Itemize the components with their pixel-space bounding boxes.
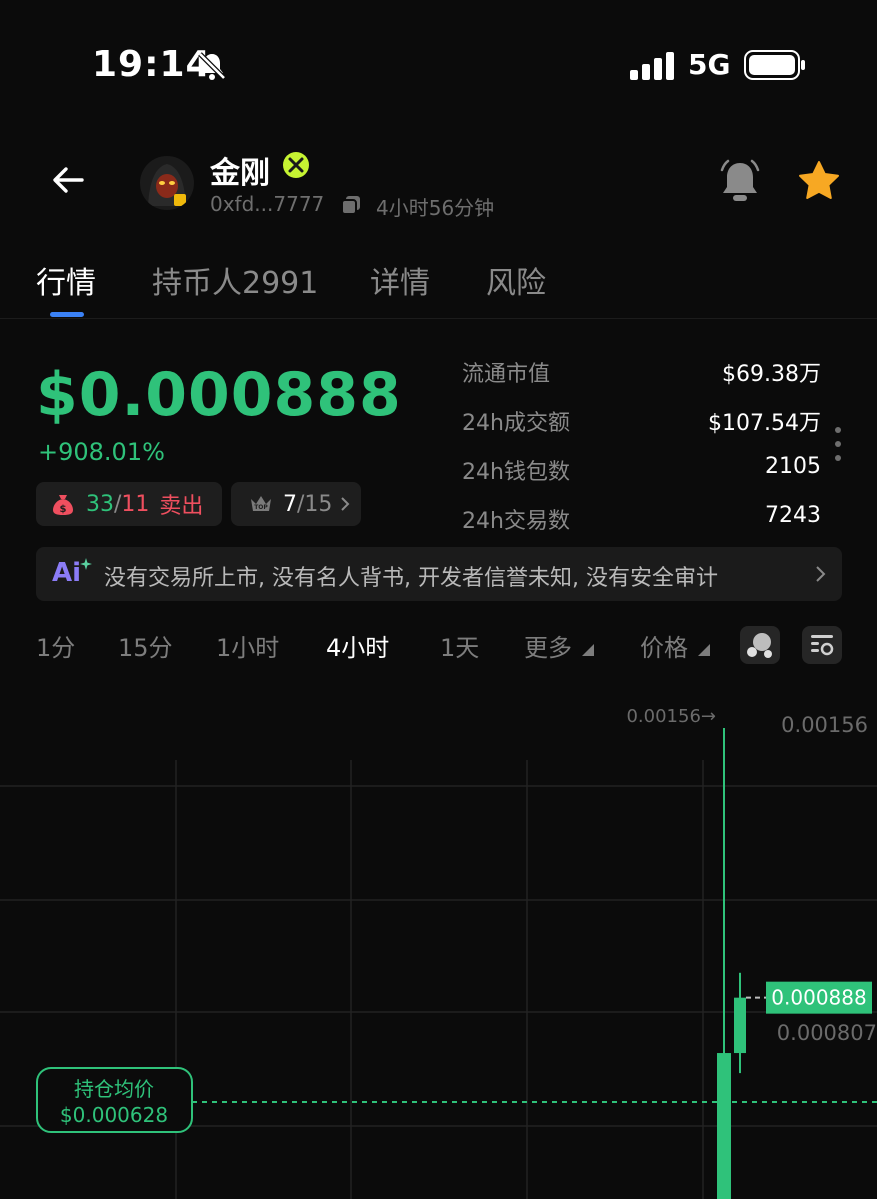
tab-holders[interactable]: 持币人2991 [152, 258, 318, 302]
indicator-icon [747, 633, 772, 658]
dropdown-triangle-icon [582, 644, 594, 656]
money-bag-icon: $ [53, 495, 73, 515]
stat-value-market-cap: $69.38万 [722, 362, 821, 387]
tab-details[interactable]: 详情 [370, 258, 430, 302]
tab-risk[interactable]: 风险 [486, 258, 546, 302]
top-crown-icon: TOP [251, 496, 271, 511]
timeframe-4h[interactable]: 4小时 [326, 628, 389, 663]
svg-text:$: $ [60, 504, 67, 515]
current-price: $0.000888 [36, 360, 402, 430]
timeframe-1h[interactable]: 1小时 [216, 628, 279, 663]
timeframe-1m[interactable]: 1分 [36, 628, 75, 663]
active-tab-indicator [50, 312, 84, 317]
stat-label-wallets: 24h钱包数 [462, 460, 570, 485]
chevron-right-icon [341, 497, 350, 511]
ai-risk-text: 没有交易所上市, 没有名人背书, 开发者信誉未知, 没有安全审计 [104, 566, 718, 591]
high-price-marker: 0.00156→ [626, 706, 716, 727]
avg-cost-value: $0.000628 [60, 1103, 168, 1127]
timeframe-15m[interactable]: 15分 [118, 628, 173, 663]
network-type: 5G [688, 48, 731, 81]
top-holders-total: 15 [304, 491, 333, 517]
stat-value-trades: 7243 [765, 503, 821, 528]
price-type-select[interactable]: 价格 [640, 628, 688, 663]
stat-label-market-cap: 流通市值 [462, 362, 551, 387]
tab-market[interactable]: 行情 [36, 258, 96, 302]
status-time: 19:14 [92, 44, 212, 85]
buy-sell-separator: / [114, 491, 122, 517]
top-holders-pill[interactable]: TOP 7 / 15 [231, 482, 361, 526]
dropdown-triangle-icon [698, 644, 710, 656]
favorite-star-icon[interactable] [796, 158, 842, 204]
back-arrow-icon[interactable] [48, 160, 88, 200]
token-age: 4小时56分钟 [376, 196, 495, 220]
candle-body [717, 1053, 731, 1199]
silent-bell-icon [198, 52, 226, 80]
timeframe-more[interactable]: 更多 [524, 628, 572, 663]
token-avatar[interactable] [140, 156, 194, 210]
svg-text:TOP: TOP [254, 504, 268, 511]
top-holders-value: 7 [283, 491, 297, 517]
chevron-right-icon [816, 566, 826, 582]
timeframe-1d[interactable]: 1天 [440, 628, 479, 663]
divider [0, 318, 877, 319]
stat-label-trades: 24h交易数 [462, 509, 570, 534]
sell-action: 卖出 [159, 494, 204, 519]
buy-count: 33 [86, 491, 114, 517]
token-name: 金刚 [210, 156, 270, 191]
axis-label: 0.00156 [781, 713, 868, 737]
price-chart[interactable]: 持仓均价$0.000628 0.00156→ 0.00156 0.000807 0.00… [0, 690, 877, 1199]
battery-icon [744, 50, 805, 80]
sell-count: 11 [121, 491, 150, 517]
verified-badge-icon [283, 152, 309, 178]
avg-cost-title: 持仓均价 [74, 1077, 154, 1101]
signal-bars-icon [630, 52, 674, 80]
stat-label-volume: 24h成交额 [462, 411, 570, 436]
contract-address: 0xfd...7777 [210, 192, 325, 216]
indicator-button[interactable] [740, 626, 780, 664]
price-change: +908.01% [38, 438, 165, 466]
chart-settings-icon [811, 635, 834, 656]
sparkle-icon [80, 558, 92, 570]
top-holders-separator: / [297, 491, 305, 517]
stat-value-volume: $107.54万 [708, 411, 821, 436]
candle-body [734, 997, 746, 1054]
more-dots-icon[interactable] [834, 424, 842, 464]
stat-value-wallets: 2105 [765, 454, 821, 479]
alert-bell-icon[interactable] [718, 158, 762, 204]
axis-label: 0.000807 [777, 1021, 877, 1045]
copy-icon[interactable] [340, 194, 362, 216]
buy-sell-pill[interactable]: $ 33 / 11 卖出 [36, 482, 222, 526]
chart-settings-button[interactable] [802, 626, 842, 664]
ai-badge-icon: Ai [52, 558, 82, 588]
current-price-label: 0.000888 [771, 986, 866, 1010]
